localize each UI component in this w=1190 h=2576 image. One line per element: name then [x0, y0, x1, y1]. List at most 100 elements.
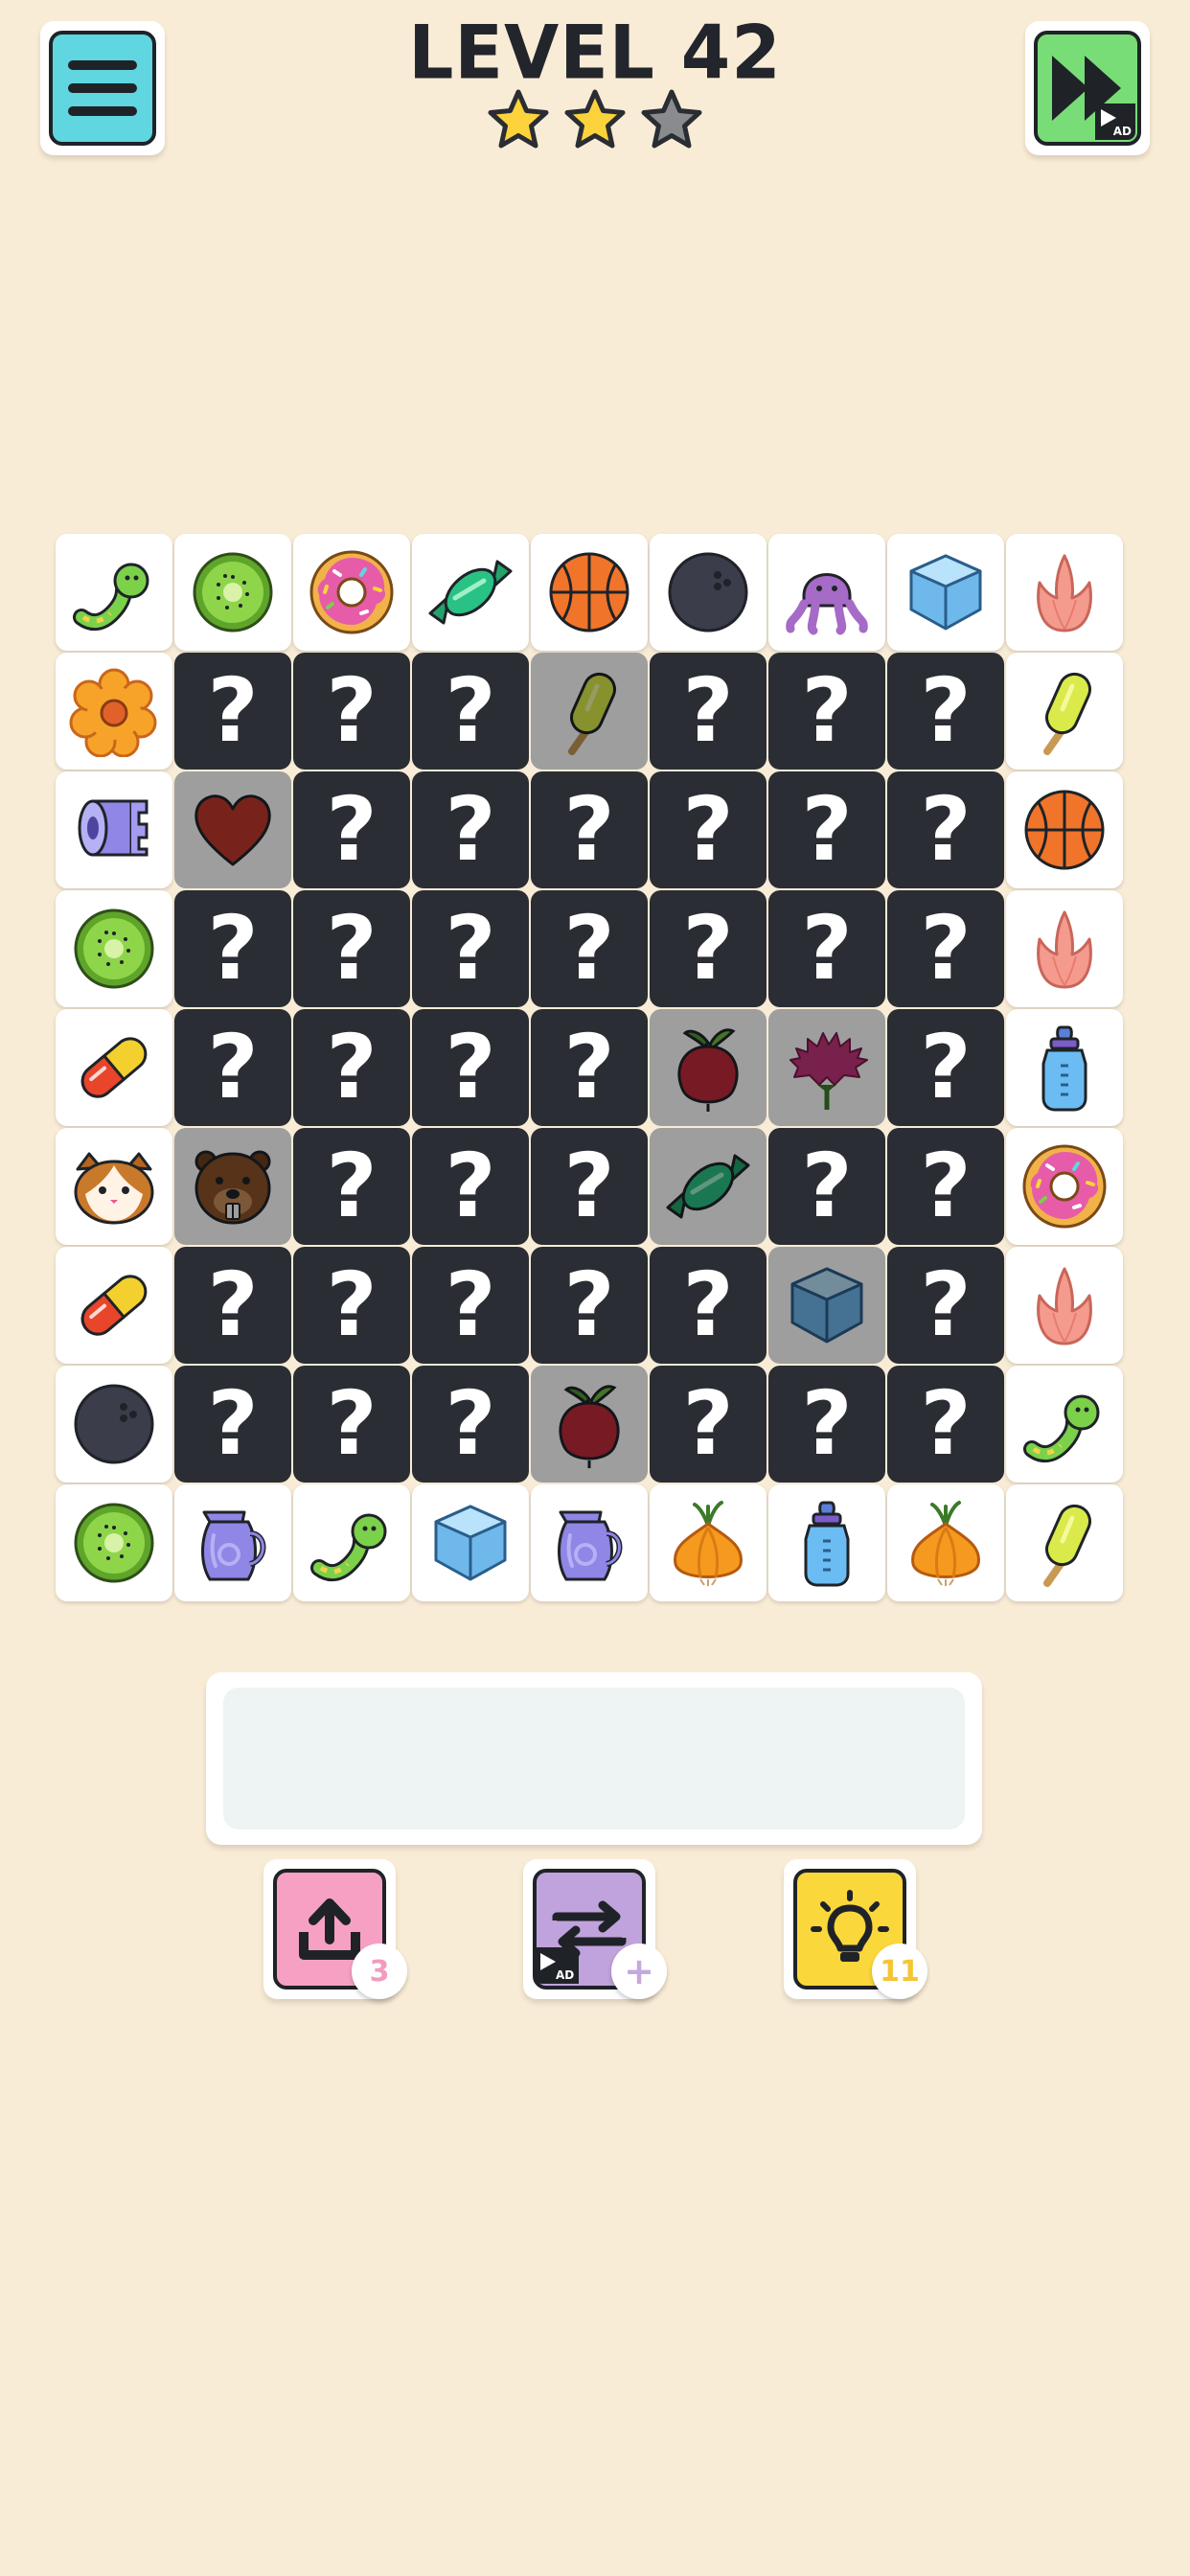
blocked-tile-candy	[650, 1128, 767, 1245]
candy-icon	[666, 1154, 750, 1219]
tile-pitcher[interactable]	[531, 1484, 648, 1601]
question-mark: ?	[563, 897, 615, 1000]
tile-donut[interactable]	[1006, 1128, 1123, 1245]
tile-onion[interactable]	[650, 1484, 767, 1601]
tile-baby-bottle[interactable]	[1006, 1009, 1123, 1126]
tile-flower[interactable]	[56, 653, 172, 770]
hidden-tile: ?	[650, 771, 767, 888]
tile-tulip[interactable]	[1006, 534, 1123, 651]
blocked-tile-carnation	[768, 1009, 885, 1126]
ice-cube-icon	[434, 1505, 507, 1581]
tile-worm[interactable]	[293, 1484, 410, 1601]
tile-hamster[interactable]	[56, 1128, 172, 1245]
carnation-icon	[790, 1032, 868, 1110]
tile-kiwi[interactable]	[56, 890, 172, 1007]
popsicle-icon	[1043, 672, 1092, 755]
lightbulb-icon: 11	[793, 1869, 927, 1999]
ad-badge: AD	[535, 1947, 579, 1984]
tile-octopus[interactable]	[768, 534, 885, 651]
blocked-tile-beet	[531, 1366, 648, 1483]
hamster-icon	[74, 1152, 154, 1225]
hidden-tile: ?	[531, 1247, 648, 1364]
hidden-tile: ?	[293, 890, 410, 1007]
question-mark: ?	[801, 778, 853, 881]
shuffle-add-badge: +	[611, 1944, 667, 1999]
tile-ice-cube[interactable]	[887, 534, 1004, 651]
skip-level-button[interactable]: AD	[1025, 21, 1150, 155]
flower-icon	[69, 668, 157, 757]
tile-tulip[interactable]	[1006, 890, 1123, 1007]
hidden-tile: ?	[174, 890, 291, 1007]
hidden-tile: ?	[768, 1128, 885, 1245]
tile-candy[interactable]	[412, 534, 529, 651]
kiwi-icon	[74, 1503, 154, 1583]
tile-basketball[interactable]	[1006, 771, 1123, 888]
question-mark: ?	[682, 659, 734, 762]
blocked-tile-heart	[174, 771, 291, 888]
hidden-tile: ?	[412, 890, 529, 1007]
baby-bottle-icon	[804, 1501, 850, 1587]
tile-donut[interactable]	[293, 534, 410, 651]
ad-label: AD	[556, 1968, 575, 1982]
hidden-tile: ?	[412, 1247, 529, 1364]
popsicle-icon	[1043, 1504, 1092, 1587]
star-filled-icon	[562, 88, 628, 153]
question-mark: ?	[563, 1254, 615, 1356]
tile-toilet-paper[interactable]	[56, 771, 172, 888]
tile-worm[interactable]	[1006, 1366, 1123, 1483]
tile-tulip[interactable]	[1006, 1247, 1123, 1364]
hidden-tile: ?	[768, 771, 885, 888]
question-mark: ?	[920, 1372, 972, 1475]
hidden-tile: ?	[650, 1366, 767, 1483]
ad-label: AD	[1112, 125, 1132, 138]
question-mark: ?	[920, 897, 972, 1000]
hidden-tile: ?	[293, 1128, 410, 1245]
shuffle-button[interactable]: AD +	[523, 1859, 667, 1999]
tile-popsicle[interactable]	[1006, 1484, 1123, 1601]
tile-baby-bottle[interactable]	[768, 1484, 885, 1601]
tile-kiwi[interactable]	[56, 1484, 172, 1601]
question-mark: ?	[207, 659, 259, 762]
tile-kiwi[interactable]	[174, 534, 291, 651]
hidden-tile: ?	[174, 653, 291, 770]
question-mark: ?	[801, 659, 853, 762]
undo-count-badge: 3	[352, 1944, 407, 1999]
tile-bowling-ball[interactable]	[650, 534, 767, 651]
tile-basketball[interactable]	[531, 534, 648, 651]
undo-button[interactable]: 3	[263, 1859, 407, 1999]
beet-icon	[677, 1028, 739, 1112]
hidden-tile: ?	[887, 653, 1004, 770]
hint-button[interactable]: 11	[784, 1859, 927, 1999]
question-mark: ?	[326, 897, 378, 1000]
hidden-tile: ?	[650, 653, 767, 770]
tile-popsicle[interactable]	[1006, 653, 1123, 770]
shuffle-icon: AD +	[533, 1869, 667, 1999]
hidden-tile: ?	[768, 890, 885, 1007]
basketball-icon	[549, 552, 629, 632]
bowling-ball-icon	[668, 552, 748, 632]
tile-pill[interactable]	[56, 1247, 172, 1364]
kiwi-icon	[193, 552, 273, 632]
hidden-tile: ?	[293, 1366, 410, 1483]
tile-worm[interactable]	[56, 534, 172, 651]
tile-board: ????????????????????????????????????????…	[55, 533, 1124, 1602]
hidden-tile: ?	[768, 1366, 885, 1483]
worm-icon	[73, 563, 149, 632]
tile-ice-cube[interactable]	[412, 1484, 529, 1601]
blocked-tile-beet	[650, 1009, 767, 1126]
basketball-icon	[1024, 790, 1105, 870]
star-empty-icon	[639, 88, 704, 153]
tile-pitcher[interactable]	[174, 1484, 291, 1601]
hidden-tile: ?	[412, 1366, 529, 1483]
ice-cube-icon	[790, 1267, 863, 1344]
tile-onion[interactable]	[887, 1484, 1004, 1601]
tile-pill[interactable]	[56, 1009, 172, 1126]
question-mark: ?	[682, 1372, 734, 1475]
hidden-tile: ?	[293, 1247, 410, 1364]
tile-bowling-ball[interactable]	[56, 1366, 172, 1483]
popsicle-icon	[568, 672, 617, 755]
hidden-tile: ?	[887, 1366, 1004, 1483]
question-mark: ?	[445, 1372, 496, 1475]
star-filled-icon	[486, 88, 551, 153]
octopus-icon	[786, 573, 868, 635]
